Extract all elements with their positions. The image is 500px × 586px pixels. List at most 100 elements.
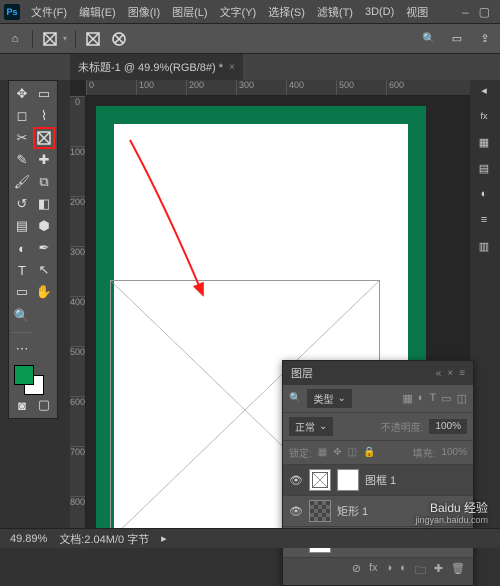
adjustments-icon[interactable]: ◐ (474, 184, 494, 204)
search-icon[interactable]: 🔍 (289, 393, 301, 404)
search-icon[interactable]: 🔍 (420, 30, 438, 48)
window-minimize-icon[interactable]: – (462, 5, 469, 19)
ruler-horizontal: 0 100 200 300 400 500 600 (86, 80, 470, 96)
share-icon[interactable]: ⇪ (476, 30, 494, 48)
filter-pixel-icon[interactable]: ▦ (402, 392, 412, 405)
filter-shape-icon[interactable]: ▭ (441, 392, 451, 405)
hand-tool-icon[interactable]: ✋ (34, 282, 54, 302)
new-layer-icon[interactable]: ✚ (434, 562, 443, 581)
close-tab-icon[interactable]: × (229, 62, 235, 73)
layer-filter-select[interactable]: 类型 ⌄ (307, 389, 351, 408)
dodge-tool-icon[interactable]: ◐ (12, 238, 32, 258)
visibility-toggle-icon[interactable]: 👁 (289, 505, 303, 518)
lock-nested-icon[interactable]: ◫ (348, 447, 357, 458)
move-tool-icon[interactable]: ✥ (12, 84, 32, 104)
zoom-readout[interactable]: 49.89% (10, 533, 47, 545)
filter-smart-icon[interactable]: ◫ (457, 392, 467, 405)
clone-stamp-tool-icon[interactable]: ⧉ (34, 172, 54, 192)
libraries-icon[interactable]: ▤ (474, 158, 494, 178)
menu-file[interactable]: 文件(F) (26, 2, 72, 22)
fx-styles-icon[interactable]: fx (474, 106, 494, 126)
document-tab[interactable]: 未标题-1 @ 49.9%(RGB/8#) * × (70, 53, 243, 80)
frame-tool-icon[interactable] (34, 128, 54, 148)
layer-item[interactable]: 👁 矩形 1 (283, 496, 473, 527)
doc-size-readout: 文档:2.04M/0 字节 (59, 531, 149, 547)
fill-label: 填充: (413, 445, 436, 460)
lasso-tool-icon[interactable]: ⌇ (34, 106, 54, 126)
link-layers-icon[interactable]: ⊘ (352, 562, 361, 581)
chevron-down-icon: ⌄ (337, 393, 345, 404)
menu-type[interactable]: 文字(Y) (215, 2, 262, 22)
layer-name: 矩形 1 (337, 503, 368, 519)
crop-tool-icon[interactable]: ✂ (12, 128, 32, 148)
color-swatches[interactable] (12, 363, 54, 393)
history-icon[interactable]: ≡ (474, 210, 494, 230)
zoom-tool-icon[interactable]: 🔍 (12, 304, 32, 328)
layer-mask-icon[interactable]: ◑ (386, 562, 393, 581)
menu-select[interactable]: 选择(S) (263, 2, 310, 22)
gradient-tool-icon[interactable]: ▤ (12, 216, 32, 236)
visibility-toggle-icon[interactable]: 👁 (289, 474, 303, 487)
eraser-tool-icon[interactable]: ◧ (34, 194, 54, 214)
layers-panel: 图层 « × ≡ 🔍 类型 ⌄ ▦ ◐ T ▭ ◫ 正常 (282, 360, 474, 586)
edit-toolbar-icon[interactable]: ⋯ (12, 337, 32, 361)
foreground-color-swatch[interactable] (14, 365, 34, 385)
spot-heal-tool-icon[interactable]: ✚ (34, 150, 54, 170)
window-maximize-icon[interactable]: ▢ (479, 5, 490, 19)
home-icon[interactable]: ⌂ (6, 30, 24, 48)
blend-mode-select[interactable]: 正常 ⌄ (289, 417, 333, 436)
filter-adjust-icon[interactable]: ◐ (418, 392, 425, 405)
eyedropper-tool-icon[interactable]: ✎ (12, 150, 32, 170)
layer-fx-icon[interactable]: fx (369, 562, 378, 581)
frame-rect-mode-icon[interactable] (84, 30, 102, 48)
menu-filter[interactable]: 滤镜(T) (312, 2, 358, 22)
panel-menu-icon[interactable]: ≡ (459, 368, 465, 379)
chevron-down-icon[interactable]: ▾ (63, 34, 67, 43)
chevron-down-icon: ⌄ (319, 421, 327, 432)
menu-bar: Ps 文件(F) 编辑(E) 图像(I) 图层(L) 文字(Y) 选择(S) 滤… (0, 0, 500, 24)
menu-view[interactable]: 视图 (401, 2, 433, 22)
artboard-tool-icon[interactable]: ▭ (34, 84, 54, 104)
tool-panel: ✥ ▭ ◻ ⌇ ✂ ✎ ✚ 🖌 ⧉ ↺ ◧ ▤ ⬢ ◐ ✒ T ↖ ▭ ✋ 🔍 … (8, 80, 58, 419)
new-group-icon[interactable]: 🗀 (415, 562, 426, 581)
type-tool-icon[interactable]: T (12, 260, 32, 280)
layer-thumbnail (309, 500, 331, 522)
layer-item[interactable]: 👁 图框 1 (283, 465, 473, 496)
properties-icon[interactable]: ▥ (474, 236, 494, 256)
new-adjust-icon[interactable]: ◐ (400, 562, 407, 581)
pen-tool-icon[interactable]: ✒ (34, 238, 54, 258)
path-select-tool-icon[interactable]: ↖ (34, 260, 54, 280)
blur-tool-icon[interactable]: ⬢ (34, 216, 54, 236)
chevron-right-icon[interactable]: ▸ (161, 532, 167, 545)
lock-all-icon[interactable]: ▦ (318, 447, 327, 458)
swatches-icon[interactable]: ▦ (474, 132, 494, 152)
history-brush-tool-icon[interactable]: ↺ (12, 194, 32, 214)
delete-layer-icon[interactable]: 🗑 (451, 562, 465, 581)
filter-type-icon[interactable]: T (429, 392, 436, 405)
opacity-input[interactable]: 100% (429, 419, 467, 434)
rectangle-tool-icon[interactable]: ▭ (12, 282, 32, 302)
frame-tool-icon[interactable] (41, 30, 59, 48)
marquee-tool-icon[interactable]: ◻ (12, 106, 32, 126)
menu-3d[interactable]: 3D(D) (360, 4, 399, 20)
ruler-vertical: 0 100 200 300 400 500 600 700 800 900 (70, 96, 86, 528)
fill-input[interactable]: 100% (441, 447, 467, 458)
quickmask-tool-icon[interactable]: ◙ (12, 395, 32, 415)
layer-thumbnail (309, 469, 331, 491)
panel-close-icon[interactable]: × (447, 368, 453, 379)
lock-position-icon[interactable]: ✥ (333, 447, 341, 458)
collapse-dock-icon[interactable]: ◂ (474, 80, 494, 100)
menu-layer[interactable]: 图层(L) (167, 2, 212, 22)
options-bar: ⌂ ▾ 🔍 ▭ ⇪ (0, 24, 500, 54)
lock-pixels-icon[interactable]: 🔒 (363, 447, 375, 458)
layer-mask-thumbnail (337, 469, 359, 491)
layer-name: 图框 1 (365, 472, 396, 488)
menu-image[interactable]: 图像(I) (123, 2, 165, 22)
menu-edit[interactable]: 编辑(E) (74, 2, 121, 22)
screenmode-tool-icon[interactable]: ▢ (34, 395, 54, 415)
workspace-icon[interactable]: ▭ (448, 30, 466, 48)
lock-label: 锁定: (289, 445, 312, 460)
frame-ellipse-mode-icon[interactable] (110, 30, 128, 48)
panel-collapse-icon[interactable]: « (436, 368, 442, 379)
brush-tool-icon[interactable]: 🖌 (12, 172, 32, 192)
